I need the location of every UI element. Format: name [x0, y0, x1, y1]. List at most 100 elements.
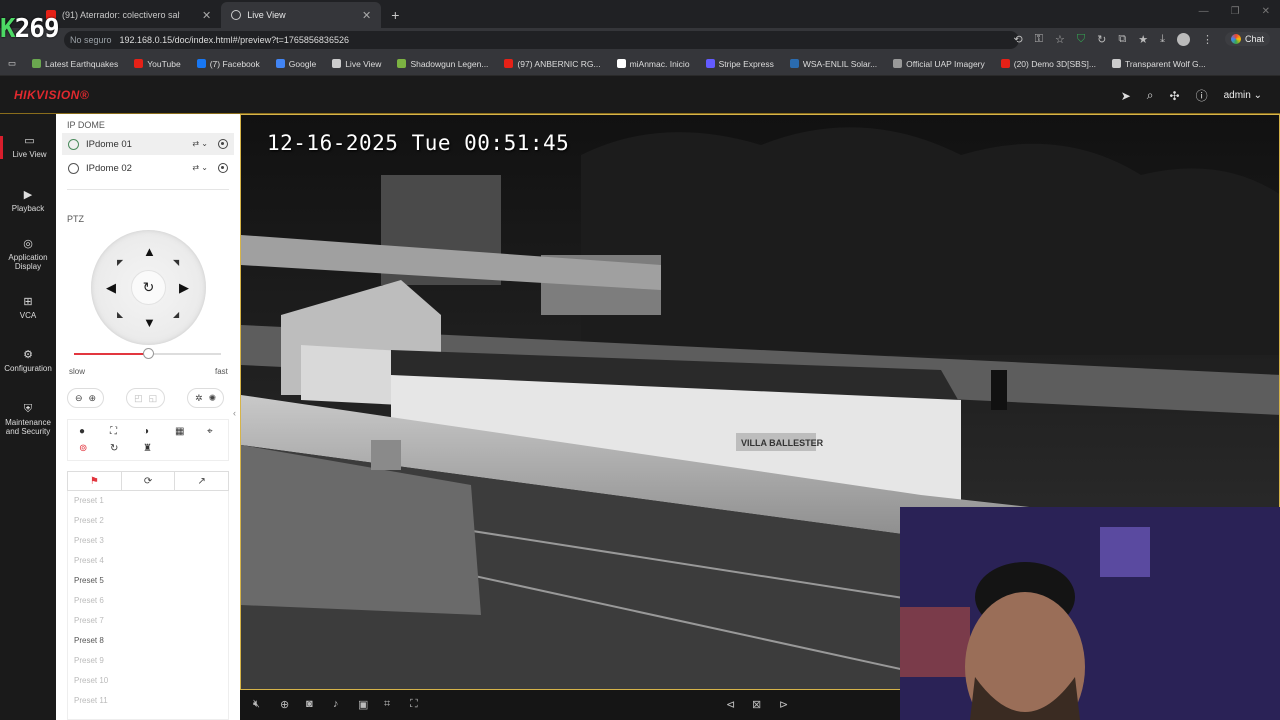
- preset-item[interactable]: Preset 8: [68, 631, 228, 651]
- preset-item[interactable]: Preset 2: [68, 511, 228, 531]
- stream-type-icon[interactable]: ⇄ ⌄: [192, 163, 208, 173]
- light-icon[interactable]: ●: [79, 426, 85, 437]
- ptz-auto-pan-button[interactable]: ↻: [131, 270, 166, 305]
- tab-patrol[interactable]: ⟳: [122, 472, 176, 490]
- mute-icon[interactable]: 🔇︎: [253, 698, 260, 711]
- minimize-icon[interactable]: —: [1199, 6, 1209, 17]
- info-icon[interactable]: ⓘ: [1196, 87, 1208, 104]
- preset-item[interactable]: Preset 9: [68, 651, 228, 671]
- maximize-icon[interactable]: ❐: [1231, 6, 1240, 17]
- bookmark-item[interactable]: Shadowgun Legen...: [397, 59, 488, 69]
- capture-icon[interactable]: ◙: [306, 698, 313, 710]
- bookmark-item[interactable]: miAnmac. Inicio: [616, 59, 690, 69]
- digital-zoom-icon[interactable]: ⊕: [280, 698, 289, 711]
- bookmark-apps-icon[interactable]: ▭: [8, 58, 16, 69]
- key-icon[interactable]: ⚿: [1035, 33, 1043, 46]
- bookmarks-star-icon[interactable]: ★: [1138, 33, 1148, 46]
- url-field[interactable]: No seguro 192.168.0.15/doc/index.html#/p…: [64, 31, 1019, 49]
- nav-item-live-view[interactable]: ▭ Live View: [0, 136, 56, 159]
- record-video-icon[interactable]: ▣: [358, 698, 368, 711]
- zoom-in-icon[interactable]: ⊕: [89, 393, 97, 404]
- camera-item-ipdome-01[interactable]: IPdome 01 ⇄ ⌄: [62, 133, 234, 155]
- star-icon[interactable]: ☆: [1055, 33, 1065, 46]
- preset-item[interactable]: Preset 10: [68, 671, 228, 691]
- download-icon[interactable]: ⤓: [1160, 33, 1165, 46]
- profile-avatar[interactable]: [1176, 32, 1190, 46]
- next-icon[interactable]: ⊳: [779, 698, 788, 711]
- ptz-down-left-button[interactable]: ◣: [117, 308, 123, 321]
- ptz-left-button[interactable]: ◀: [106, 281, 116, 294]
- record-icon[interactable]: [218, 139, 228, 149]
- new-tab-button[interactable]: +: [381, 2, 409, 28]
- preset-item[interactable]: Preset 11: [68, 691, 228, 711]
- focus-near-icon[interactable]: ◰: [134, 393, 143, 404]
- camera-item-ipdome-02[interactable]: IPdome 02 ⇄ ⌄: [62, 157, 234, 179]
- ptz-up-left-button[interactable]: ◤: [117, 256, 123, 269]
- tab-preset[interactable]: ⚑: [68, 472, 122, 490]
- close-tab-icon[interactable]: ✕: [362, 9, 371, 22]
- park-icon[interactable]: ♜: [143, 443, 152, 454]
- tab-live-view[interactable]: Live View ✕: [221, 2, 382, 28]
- speed-slider-handle[interactable]: [142, 348, 154, 359]
- previous-icon[interactable]: ⊲: [726, 698, 735, 711]
- bookmark-item[interactable]: WSA-ENLIL Solar...: [789, 59, 877, 69]
- collapse-panel-icon[interactable]: ‹: [233, 408, 236, 418]
- ptz-up-button[interactable]: ▲: [143, 245, 156, 258]
- nav-item-playback[interactable]: ▶ Playback: [0, 190, 56, 214]
- bookmark-item[interactable]: (97) ANBERNIC RG...: [504, 59, 601, 69]
- iris-close-icon[interactable]: ✲: [195, 393, 203, 404]
- ptz-down-button[interactable]: ▼: [143, 316, 156, 329]
- bookmark-item[interactable]: Stripe Express: [705, 59, 774, 69]
- bookmark-item[interactable]: Live View: [332, 59, 381, 69]
- preset-item[interactable]: Preset 5: [68, 571, 228, 591]
- grid-icon[interactable]: ▦: [175, 426, 184, 437]
- close-tab-icon[interactable]: ✕: [202, 9, 211, 22]
- wiper-icon[interactable]: ◑: [143, 426, 149, 437]
- tab-pattern[interactable]: ↗: [175, 472, 228, 490]
- nav-item-maintenance-and-security[interactable]: ⛨ Maintenance and Security: [0, 404, 56, 437]
- user-menu[interactable]: admin ⌄: [1224, 90, 1262, 101]
- plugin-icon[interactable]: ✣: [1170, 89, 1180, 103]
- iris-open-icon[interactable]: ✺: [209, 393, 217, 404]
- bookmark-item[interactable]: Official UAP Imagery: [893, 59, 985, 69]
- bookmark-item[interactable]: Latest Earthquakes: [32, 59, 118, 69]
- extensions-icon[interactable]: ⧉: [1118, 33, 1126, 46]
- preset-item[interactable]: Preset 6: [68, 591, 228, 611]
- record-icon[interactable]: [218, 163, 228, 173]
- ptz-right-button[interactable]: ▶: [179, 281, 189, 294]
- zoom-out-icon[interactable]: ⊖: [75, 393, 83, 404]
- bookmark-item[interactable]: (20) Demo 3D[SBS]...: [1000, 59, 1096, 69]
- 3d-zoom-icon[interactable]: ⊚: [79, 443, 87, 454]
- bookmark-item[interactable]: YouTube: [134, 59, 181, 69]
- nav-item-application-display[interactable]: ◎ Application Display: [0, 239, 56, 272]
- close-window-icon[interactable]: ✕: [1262, 6, 1270, 17]
- fullscreen-icon[interactable]: ⛶: [410, 698, 418, 711]
- area-focus-icon[interactable]: ⛶: [110, 426, 117, 437]
- microphone-icon[interactable]: ♪: [333, 698, 339, 710]
- preset-item[interactable]: Preset 7: [68, 611, 228, 631]
- nav-item-vca[interactable]: ⊞ VCA: [0, 297, 56, 321]
- bookmark-item[interactable]: (7) Facebook: [196, 59, 260, 69]
- bookmark-item[interactable]: Transparent Wolf G...: [1111, 59, 1206, 69]
- face-tracking-icon[interactable]: ⌖: [207, 426, 213, 437]
- region-icon[interactable]: ⌗: [384, 698, 390, 711]
- menu-icon[interactable]: ⋮: [1202, 33, 1213, 46]
- focus-far-icon[interactable]: ◱: [149, 393, 158, 404]
- lens-init-icon[interactable]: ↻: [110, 443, 118, 454]
- refresh-icon[interactable]: ↻: [1097, 33, 1106, 46]
- shield-icon[interactable]: ⛉: [1077, 33, 1085, 46]
- search-icon[interactable]: ⌕: [1147, 88, 1154, 103]
- stop-all-icon[interactable]: ⊠: [752, 698, 761, 711]
- stream-type-icon[interactable]: ⇄ ⌄: [192, 139, 208, 149]
- preset-item[interactable]: Preset 4: [68, 551, 228, 571]
- send-icon[interactable]: ➤: [1121, 89, 1131, 103]
- nav-item-configuration[interactable]: ⚙ Configuration: [0, 350, 56, 374]
- chat-button[interactable]: Chat: [1224, 32, 1270, 46]
- bookmark-item[interactable]: Google: [275, 59, 316, 69]
- translate-icon[interactable]: ⟲: [1013, 33, 1022, 46]
- preset-item[interactable]: Preset 1: [68, 491, 228, 511]
- preset-item[interactable]: Preset 3: [68, 531, 228, 551]
- ptz-down-right-button[interactable]: ◢: [173, 308, 179, 321]
- ptz-speed-slider[interactable]: [74, 348, 221, 359]
- ptz-up-right-button[interactable]: ◥: [173, 256, 179, 269]
